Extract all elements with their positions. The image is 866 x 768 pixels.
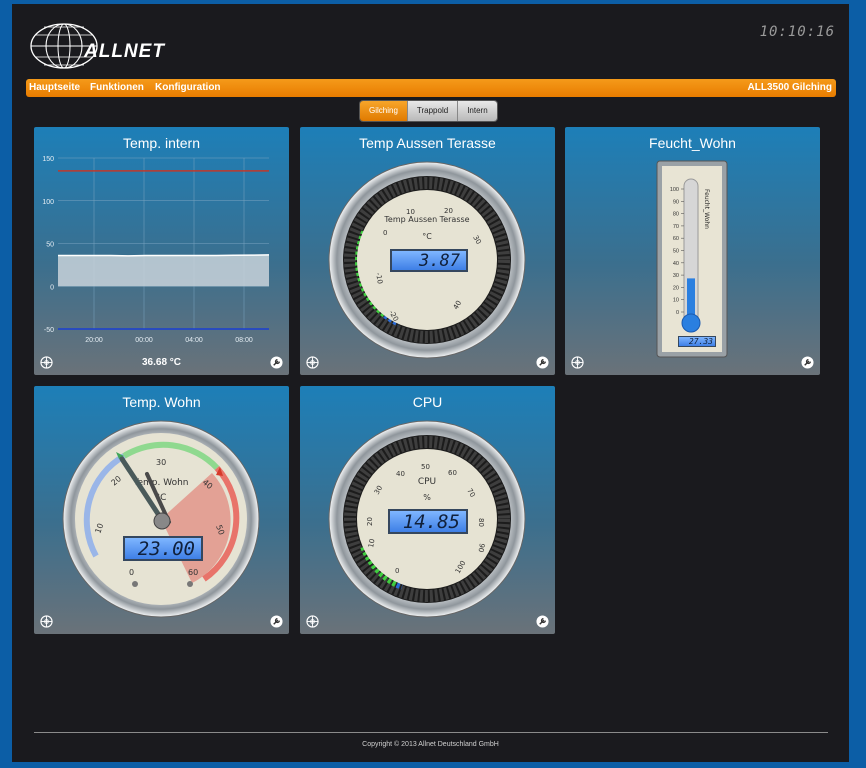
- settings-wheel-icon[interactable]: [571, 356, 584, 369]
- lcd-display: 14.85: [388, 509, 468, 534]
- nav-hauptseite[interactable]: Hauptseite: [29, 82, 80, 93]
- gauge-label: Temp Aussen Terasse: [383, 215, 469, 224]
- lcd-display: 27.33: [678, 336, 716, 347]
- thermo-tick-label: 30: [673, 273, 679, 279]
- temp-intern-chart: 150 100 50 0 -50 20:00 00:00 04:00 08:00: [42, 156, 270, 344]
- widget-cpu[interactable]: CPU CPU % 0 10 20 30 40 50 60 70 80 90 1…: [300, 386, 555, 634]
- gauge-tick: 0: [383, 229, 387, 237]
- y-tick-label: 50: [46, 242, 54, 249]
- y-tick-label: 0: [50, 284, 54, 291]
- gauge-tick: 50: [421, 463, 430, 471]
- gauge-tick: 0: [129, 568, 134, 577]
- wrench-icon[interactable]: [801, 356, 814, 369]
- gauge-unit: °C: [422, 232, 432, 241]
- gauge-tick: 80: [477, 518, 485, 527]
- clock-display: 10:10:16: [759, 24, 835, 40]
- main-nav: Hauptseite Funktionen Konfiguration ALL3…: [26, 79, 836, 97]
- thermo-bulb: [681, 313, 701, 333]
- thermo-tick-label: 90: [673, 199, 679, 205]
- settings-wheel-icon[interactable]: [306, 615, 319, 628]
- copyright: Copyright © 2013 Allnet Deutschland GmbH: [362, 741, 499, 748]
- wrench-icon[interactable]: [270, 615, 283, 628]
- wrench-icon[interactable]: [536, 356, 549, 369]
- thermo-tick-label: 80: [673, 212, 679, 218]
- thermo-tick-label: 0: [676, 310, 679, 316]
- thermo-tick-label: 50: [673, 249, 679, 255]
- tab-gilching[interactable]: Gilching: [360, 101, 408, 121]
- y-tick-label: -50: [44, 327, 54, 334]
- x-tick-label: 04:00: [185, 337, 203, 344]
- x-tick-label: 20:00: [85, 337, 103, 344]
- y-tick-label: 100: [42, 199, 54, 206]
- location-tabs: Gilching Trappold Intern: [360, 101, 497, 121]
- widget-feucht-wohn[interactable]: Feucht_Wohn Feucht_Wohn 100 90 80 70 60 50 40 3…: [565, 127, 820, 375]
- thermo-tick-label: 10: [673, 298, 679, 304]
- wrench-icon[interactable]: [270, 356, 283, 369]
- thermo-tick-label: 20: [673, 285, 679, 291]
- gauge-tick: 20: [444, 207, 453, 215]
- brand-name: ALLNET: [84, 41, 165, 62]
- widget-temp-wohn[interactable]: Temp. Wohn Temp. Wohn °C 0 10 20 30 40 5…: [34, 386, 289, 634]
- settings-wheel-icon[interactable]: [40, 356, 53, 369]
- x-tick-label: 08:00: [235, 337, 253, 344]
- gauge-tick: 10: [406, 208, 415, 216]
- footer-divider: [34, 732, 828, 733]
- gauge-label: CPU: [418, 477, 436, 487]
- settings-wheel-icon[interactable]: [306, 356, 319, 369]
- lcd-display: 23.00: [123, 536, 203, 561]
- gauge-tick: 30: [156, 458, 166, 467]
- current-value: 36.68 °C: [141, 357, 182, 368]
- wrench-icon[interactable]: [536, 615, 549, 628]
- gauge-tick: 60: [188, 568, 198, 577]
- settings-wheel-icon[interactable]: [40, 615, 53, 628]
- gauge-tick: 10: [367, 538, 376, 548]
- widget-temp-aussen[interactable]: Temp Aussen Terasse Temp Aussen Terasse …: [300, 127, 555, 375]
- tab-trappold[interactable]: Trappold: [407, 101, 459, 121]
- app-frame: ALLNET 10:10:16 Hauptseite Funktionen Ko…: [12, 4, 849, 762]
- scale-label: Feucht_Wohn: [703, 189, 710, 229]
- nav-konfiguration[interactable]: Konfiguration: [155, 82, 221, 93]
- tab-intern[interactable]: Intern: [458, 101, 497, 121]
- x-tick-label: 00:00: [135, 337, 153, 344]
- device-name: ALL3500 Gilching: [747, 82, 832, 93]
- gauge-tick: 0: [395, 567, 399, 575]
- gauge-tick: 20: [366, 517, 374, 526]
- area-series: [58, 254, 269, 287]
- thermo-tick-label: 40: [673, 261, 679, 267]
- lcd-display: 3.87: [390, 249, 468, 272]
- gauge-tick: 60: [448, 469, 457, 477]
- thermo-tick-label: 60: [673, 236, 679, 242]
- line-series: [58, 254, 270, 257]
- y-tick-label: 150: [42, 156, 54, 163]
- allnet-logo[interactable]: ALLNET: [30, 17, 164, 75]
- gauge-tick: 90: [476, 543, 485, 553]
- temp-wohn-gauge: Temp. Wohn °C 0 10 20 30 40 50 60: [62, 420, 260, 618]
- widget-temp-intern[interactable]: Temp. intern 150 100 50 0 -50 20:00 00:00 04:00…: [34, 127, 289, 375]
- gauge-tick: 40: [396, 470, 405, 478]
- thermo-tick-label: 70: [673, 224, 679, 230]
- nav-funktionen[interactable]: Funktionen: [90, 82, 144, 93]
- thermo-tick-label: 100: [670, 187, 679, 193]
- gauge-unit: %: [423, 493, 431, 502]
